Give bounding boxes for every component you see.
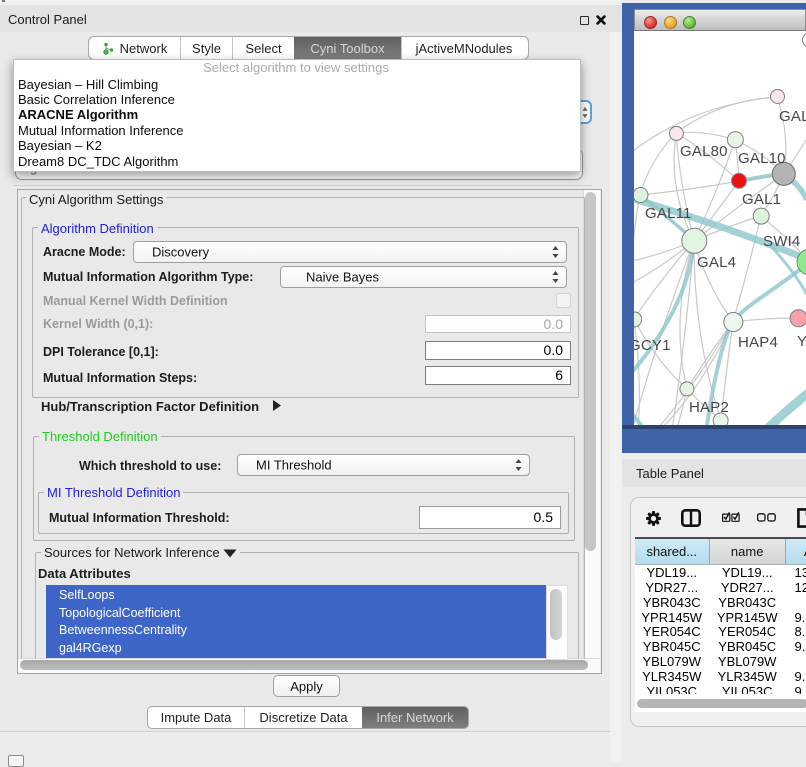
svg-text:GAL10: GAL10: [738, 150, 786, 167]
svg-text:GAL2: GAL2: [779, 108, 806, 125]
svg-text:GCY1: GCY1: [634, 337, 671, 354]
svg-text:GAL11: GAL11: [645, 205, 692, 222]
svg-text:GAL80: GAL80: [680, 143, 728, 160]
svg-text:YD: YD: [797, 333, 806, 350]
svg-text:HAP4: HAP4: [738, 334, 778, 351]
svg-text:GAL4: GAL4: [697, 254, 736, 271]
svg-text:GAL1: GAL1: [742, 191, 781, 208]
svg-text:HAP2: HAP2: [689, 399, 729, 416]
svg-text:SWI4: SWI4: [763, 233, 800, 250]
